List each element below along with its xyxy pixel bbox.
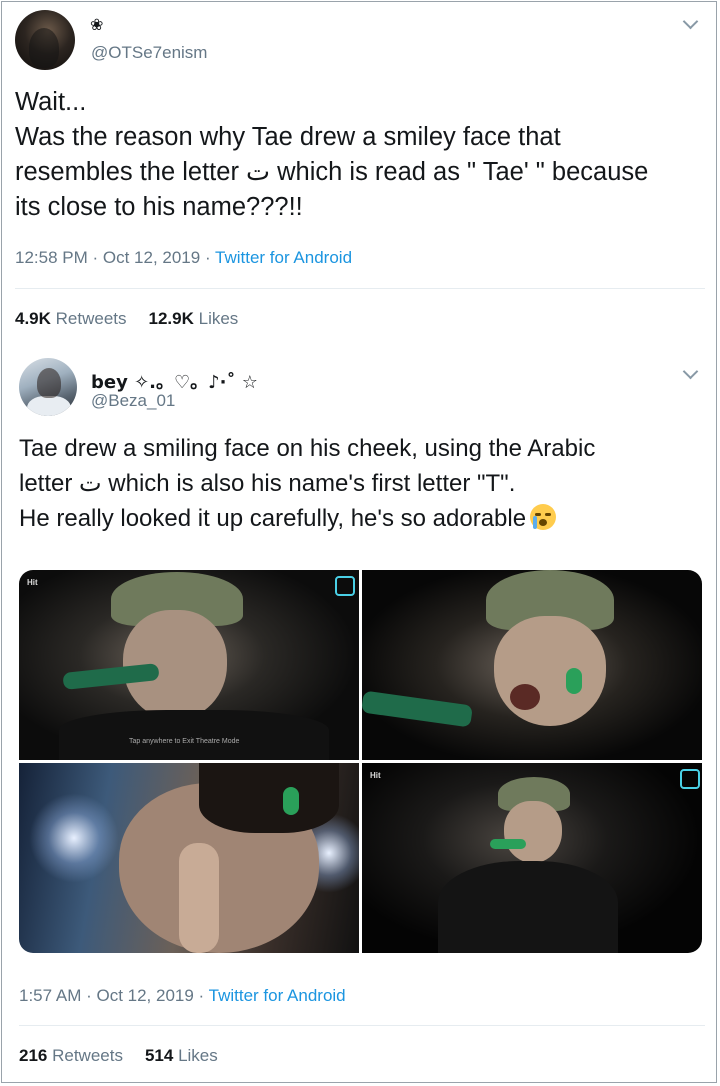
tweet-text: Tae drew a smiling face on his cheek, us…: [19, 435, 596, 532]
user-handle[interactable]: @Beza_01: [91, 391, 175, 411]
likes-count[interactable]: 12.9K Likes: [149, 309, 239, 328]
tweet-timestamp: 1:57 AM · Oct 12, 2019 · Twitter for And…: [19, 986, 346, 1006]
timestamp-text: 12:58 PM · Oct 12, 2019 ·: [15, 248, 216, 267]
tweet-stats: 4.9K Retweets 12.9K Likes: [15, 309, 238, 329]
divider: [15, 288, 705, 289]
tweet-stats: 216 Retweets 514 Likes: [19, 1046, 218, 1066]
media-photo-4[interactable]: Hit: [362, 763, 702, 953]
media-photo-1[interactable]: Hit Tap anywhere to Exit Theatre Mode: [19, 570, 359, 760]
tweet-1[interactable]: ❀ @OTSe7enism Wait... Was the reason why…: [0, 0, 720, 345]
timestamp-text: 1:57 AM · Oct 12, 2019 ·: [19, 986, 209, 1005]
display-name[interactable]: ❀: [90, 15, 103, 34]
loudly-crying-face-icon: [530, 504, 557, 530]
source-link[interactable]: Twitter for Android: [209, 986, 346, 1005]
likes-count[interactable]: 514 Likes: [145, 1046, 218, 1065]
media-photo-2[interactable]: [362, 570, 702, 760]
source-link[interactable]: Twitter for Android: [215, 248, 352, 267]
divider: [19, 1025, 705, 1026]
channel-logo: Hit: [27, 578, 38, 587]
avatar[interactable]: [19, 358, 77, 416]
media-grid: Hit Tap anywhere to Exit Theatre Mode Hi…: [19, 570, 702, 953]
chevron-down-icon[interactable]: [682, 363, 699, 380]
tweet-2[interactable]: bey ✧.。♡。♪·˚ ☆ @Beza_01 Tae drew a smili…: [0, 346, 720, 1086]
vlive-icon: [335, 576, 355, 596]
vlive-icon: [680, 769, 700, 789]
retweets-count[interactable]: 4.9K Retweets: [15, 309, 127, 328]
retweets-count[interactable]: 216 Retweets: [19, 1046, 123, 1065]
tweet-text: Wait... Was the reason why Tae drew a sm…: [15, 88, 649, 221]
media-photo-3[interactable]: [19, 763, 359, 953]
theatre-mode-hint: Tap anywhere to Exit Theatre Mode: [129, 738, 240, 745]
chevron-down-icon[interactable]: [682, 13, 699, 30]
channel-logo: Hit: [370, 771, 381, 780]
user-handle[interactable]: @OTSe7enism: [91, 43, 207, 63]
avatar[interactable]: [15, 10, 75, 70]
tweet-timestamp: 12:58 PM · Oct 12, 2019 · Twitter for An…: [15, 248, 352, 268]
